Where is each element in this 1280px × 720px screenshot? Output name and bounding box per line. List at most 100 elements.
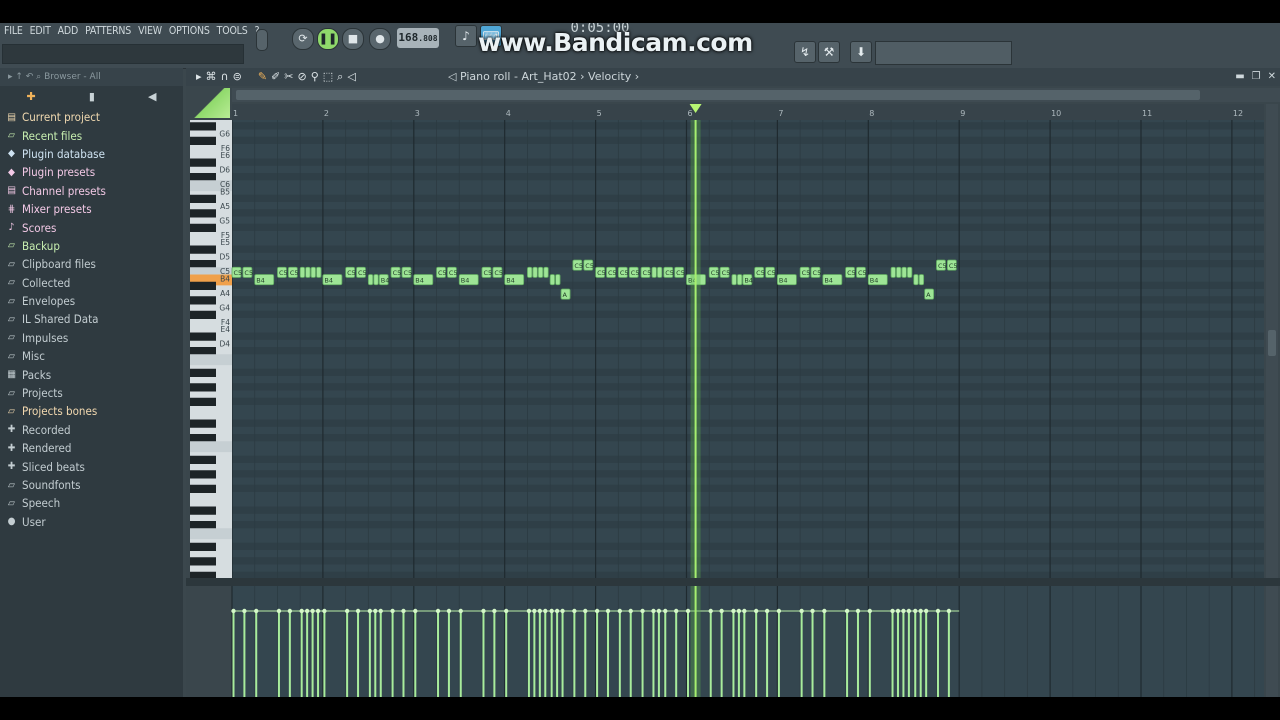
velocity-handle[interactable] [458, 608, 463, 614]
midi-note[interactable] [651, 266, 657, 278]
metronome-button[interactable]: ♪ [455, 25, 477, 47]
velocity-handle[interactable] [685, 608, 691, 614]
menu-edit[interactable]: EDIT [30, 23, 51, 39]
velocity-handle[interactable] [583, 608, 588, 614]
velocity-handle[interactable] [753, 608, 759, 614]
velocity-handle[interactable] [413, 608, 418, 614]
velocity-handle[interactable] [543, 608, 548, 614]
velocity-handle[interactable] [640, 608, 645, 614]
velocity-handle[interactable] [764, 608, 770, 614]
velocity-handle[interactable] [605, 608, 611, 614]
midi-note[interactable] [737, 274, 743, 286]
velocity-handle[interactable] [935, 608, 941, 614]
velocity-handle[interactable] [617, 608, 623, 614]
piano-key-black[interactable] [190, 506, 216, 515]
menu-tools[interactable]: TOOLS [217, 23, 248, 39]
midi-note[interactable] [890, 266, 896, 278]
midi-note[interactable] [316, 266, 322, 278]
velocity-handle[interactable] [481, 608, 486, 614]
velocity-pane[interactable] [232, 586, 1264, 697]
velocity-handle[interactable] [322, 608, 327, 614]
velocity-handle[interactable] [656, 608, 662, 614]
midi-note[interactable] [906, 266, 913, 278]
browser-tab-plugins-icon[interactable]: ◀ [148, 90, 156, 103]
piano-key-black[interactable] [190, 521, 216, 530]
piano-key-black[interactable] [190, 332, 216, 341]
browser-item[interactable]: ● User [6, 513, 181, 531]
velocity-handle[interactable] [906, 608, 912, 614]
piano-key-black[interactable] [190, 136, 216, 145]
piano-roll-canvas[interactable]: 1 2 3 4 5 6 7 8 9 10 11 12G6F6E6D6C6B5A5G5F5E5D5C5B… [186, 68, 1280, 697]
velocity-handle[interactable] [344, 608, 350, 614]
velocity-handle[interactable] [799, 608, 804, 614]
velocity-handle[interactable] [373, 608, 378, 614]
midi-note[interactable] [367, 274, 374, 286]
browser-item[interactable]: ✚ Rendered [6, 439, 181, 457]
velocity-handle[interactable] [810, 608, 815, 614]
browser-nav-icons[interactable]: ▸ ↑ ↶ ⌕ [8, 72, 44, 82]
browser-item[interactable]: ◆ Plugin database [6, 145, 181, 163]
piano-key-black[interactable] [190, 557, 216, 566]
browser-item[interactable]: ✚ Sliced beats [6, 457, 181, 475]
velocity-handle[interactable] [572, 608, 577, 614]
velocity-handle[interactable] [355, 608, 361, 614]
stop-button[interactable]: ■ [342, 28, 364, 50]
browser-item[interactable]: ▱ Collected [6, 274, 181, 292]
timeline-ruler[interactable] [232, 104, 1264, 120]
velocity-handle[interactable] [287, 608, 293, 614]
midi-note[interactable] [537, 266, 544, 278]
pane-separator[interactable] [186, 578, 1280, 586]
velocity-handle[interactable] [923, 608, 929, 614]
browser-item[interactable]: ⋕ Mixer presets [6, 200, 181, 218]
browser-item[interactable]: ▱ Impulses [6, 329, 181, 347]
velocity-handle[interactable] [304, 608, 310, 614]
velocity-handle[interactable] [895, 608, 901, 614]
velocity-handle[interactable] [867, 608, 872, 614]
browser-item[interactable]: ▤ Channel presets [6, 182, 181, 200]
browser-item[interactable]: ✚ Recorded [6, 421, 181, 439]
piano-key-black[interactable] [190, 368, 216, 377]
piano-key-black[interactable] [190, 434, 216, 443]
midi-note[interactable] [901, 266, 907, 278]
browser-item[interactable]: ▱ Backup [6, 237, 181, 255]
velocity-handle[interactable] [526, 608, 532, 614]
browser-item[interactable]: ▱ Soundfonts [6, 476, 181, 494]
piano-key-black[interactable] [190, 173, 216, 182]
browser-item[interactable]: ▤ Current project [6, 108, 181, 126]
browser-item[interactable]: ▱ Projects [6, 384, 181, 402]
velocity-handle[interactable] [492, 608, 497, 614]
midi-note[interactable] [527, 266, 533, 278]
browser-item[interactable]: ◆ Plugin presets [6, 163, 181, 181]
piano-key-black[interactable] [190, 245, 216, 254]
midi-note[interactable] [373, 274, 379, 286]
browser-item[interactable]: ♪ Scores [6, 218, 181, 236]
velocity-handle[interactable] [378, 608, 383, 614]
midi-note[interactable] [299, 266, 306, 278]
velocity-handle[interactable] [532, 608, 537, 614]
velocity-handle[interactable] [673, 608, 679, 614]
piano-key-black[interactable] [190, 122, 216, 131]
velocity-handle[interactable] [310, 608, 315, 614]
velocity-handle[interactable] [901, 608, 906, 614]
velocity-handle[interactable] [890, 608, 895, 614]
browser-item[interactable]: ▦ Packs [6, 365, 181, 383]
velocity-handle[interactable] [651, 608, 656, 614]
piano-key-black[interactable] [190, 158, 216, 167]
velocity-handle[interactable] [719, 608, 724, 614]
download-button[interactable]: ⬇ [850, 41, 872, 63]
browser-item[interactable]: ▱ Speech [6, 494, 181, 512]
browser-item[interactable]: ▱ Projects bones [6, 402, 181, 420]
velocity-handle[interactable] [537, 608, 543, 614]
master-volume-knob[interactable] [256, 29, 268, 51]
velocity-handle[interactable] [254, 608, 259, 614]
velocity-handle[interactable] [554, 608, 560, 614]
midi-note[interactable] [543, 266, 549, 278]
menu-file[interactable]: FILE [4, 23, 23, 39]
browser-item[interactable]: ▱ IL Shared Data [6, 310, 181, 328]
tool-button[interactable]: ⚒ [818, 41, 840, 63]
pause-button[interactable]: ❚❚ [317, 28, 339, 50]
velocity-handle[interactable] [628, 608, 633, 614]
browser-item[interactable]: ▱ Envelopes [6, 292, 181, 310]
velocity-handle[interactable] [844, 608, 850, 614]
piano-key-black[interactable] [190, 296, 216, 305]
